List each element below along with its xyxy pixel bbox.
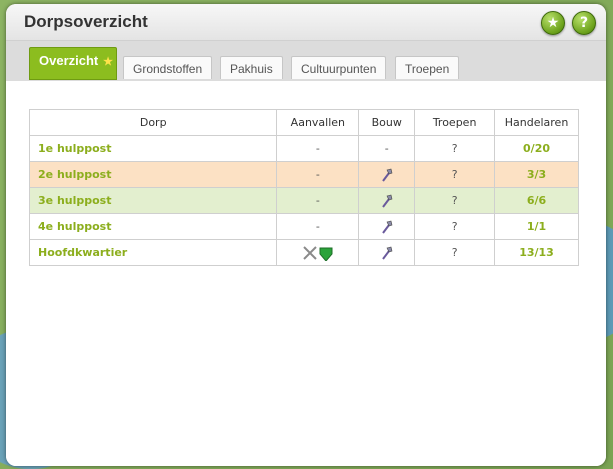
table-row: 2e hulppost - ? 3/3 [28, 161, 579, 188]
tab-grondstoffen-label: Grondstoffen [133, 62, 203, 76]
help-button[interactable]: ? [572, 11, 596, 35]
table-row: 3e hulppost - ? 6/6 [28, 187, 579, 214]
tab-troepen-label: Troepen [405, 62, 450, 76]
traders-link[interactable]: 1/1 [494, 213, 579, 240]
village-table: Dorp Aanvallen Bouw Troepen Handelaren 1… [28, 109, 579, 266]
table-row: 4e hulppost - ? 1/1 [28, 213, 579, 240]
tab-cultuurpunten-label: Cultuurpunten [301, 62, 377, 76]
header-dorp[interactable]: Dorp [28, 109, 278, 136]
village-link[interactable]: 1e hulppost [28, 135, 278, 162]
tab-overzicht-label: Overzicht [39, 53, 99, 68]
attacks-cell: - [276, 187, 360, 214]
header-troepen[interactable]: Troepen [414, 109, 496, 136]
tab-troepen[interactable]: Troepen [395, 56, 460, 79]
swords-shield-icon [303, 245, 333, 261]
village-overview-window: Dorpsoverzicht ★ ? Overzicht ★ Grondstof… [6, 4, 606, 466]
window-titlebar: Dorpsoverzicht ★ ? [6, 4, 606, 41]
troops-cell: ? [414, 161, 496, 188]
hammer-icon [381, 194, 393, 208]
tab-strip: Overzicht ★ Grondstoffen Pakhuis Cultuur… [6, 41, 606, 81]
attacks-cell: - [276, 135, 360, 162]
build-cell: - [358, 135, 416, 162]
traders-link[interactable]: 3/3 [494, 161, 579, 188]
hammer-icon [381, 246, 393, 260]
overview-content: Dorp Aanvallen Bouw Troepen Handelaren 1… [6, 81, 606, 466]
header-aanvallen[interactable]: Aanvallen [276, 109, 360, 136]
window-title: Dorpsoverzicht [24, 12, 148, 31]
header-handelaren[interactable]: Handelaren [494, 109, 579, 136]
help-icon: ? [579, 15, 589, 31]
village-link[interactable]: Hoofdkwartier [28, 239, 278, 266]
build-cell[interactable] [358, 161, 416, 188]
village-link[interactable]: 3e hulppost [28, 187, 278, 214]
attacks-cell[interactable] [276, 239, 360, 266]
table-row: Hoofdkwartier ? 13/13 [28, 239, 579, 266]
traders-link[interactable]: 6/6 [494, 187, 579, 214]
tab-pakhuis-label: Pakhuis [230, 62, 273, 76]
village-link[interactable]: 2e hulppost [28, 161, 278, 188]
table-header-row: Dorp Aanvallen Bouw Troepen Handelaren [28, 109, 579, 136]
village-link[interactable]: 4e hulppost [28, 213, 278, 240]
build-cell[interactable] [358, 187, 416, 214]
troops-cell: ? [414, 187, 496, 214]
troops-cell: ? [414, 239, 496, 266]
traders-link[interactable]: 0/20 [494, 135, 579, 162]
tab-pakhuis[interactable]: Pakhuis [220, 56, 283, 79]
header-bouw[interactable]: Bouw [358, 109, 416, 136]
attacks-cell: - [276, 161, 360, 188]
attacks-cell: - [276, 213, 360, 240]
star-icon: ★ [546, 15, 560, 31]
build-cell[interactable] [358, 239, 416, 266]
build-cell[interactable] [358, 213, 416, 240]
hammer-icon [381, 220, 393, 234]
tab-cultuurpunten[interactable]: Cultuurpunten [291, 56, 387, 79]
favorite-star-icon: ★ [103, 56, 113, 68]
traders-link[interactable]: 13/13 [494, 239, 579, 266]
troops-cell: ? [414, 213, 496, 240]
hammer-icon [381, 168, 393, 182]
tab-overzicht[interactable]: Overzicht ★ [29, 47, 117, 80]
troops-cell: ? [414, 135, 496, 162]
favorite-button[interactable]: ★ [541, 11, 565, 35]
table-row: 1e hulppost - - ? 0/20 [28, 135, 579, 162]
tab-grondstoffen[interactable]: Grondstoffen [123, 56, 213, 79]
